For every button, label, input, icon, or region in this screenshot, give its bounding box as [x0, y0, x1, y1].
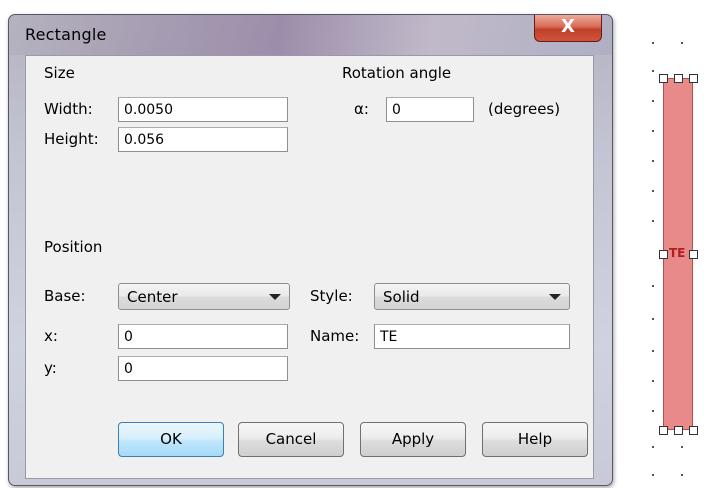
size-group: Size Width: Height: [26, 56, 326, 216]
close-button[interactable]: X [534, 15, 602, 42]
position-group: Position Base: Center x: y: [26, 221, 326, 381]
base-dropdown-value: Center [127, 288, 178, 306]
cancel-button[interactable]: Cancel [238, 422, 344, 457]
grid-dot [652, 318, 654, 320]
dialog-client-area: Size Width: Height: Rotation angle α: (d… [25, 55, 594, 479]
rectangle-dialog: Rectangle X Size Width: Height: Rotation… [8, 14, 613, 486]
base-label: Base: [44, 287, 86, 305]
y-label: y: [44, 359, 57, 377]
alpha-label: α: [354, 100, 369, 118]
resize-handle-left[interactable] [659, 250, 668, 259]
x-label: x: [44, 327, 58, 345]
grid-dot [652, 160, 654, 162]
resize-handle-top-right[interactable] [689, 74, 698, 83]
ok-button[interactable]: OK [118, 422, 224, 457]
help-button[interactable]: Help [482, 422, 588, 457]
style-label: Style: [310, 287, 353, 305]
close-icon: X [561, 16, 575, 37]
width-field[interactable] [118, 97, 288, 122]
resize-handle-right[interactable] [689, 250, 698, 259]
dialog-title: Rectangle [25, 25, 107, 44]
grid-dot [681, 446, 683, 448]
grid-dot [652, 410, 654, 412]
width-label: Width: [44, 100, 93, 118]
position-group-label: Position [44, 238, 103, 256]
grid-dot [652, 42, 654, 44]
y-field[interactable] [118, 356, 288, 381]
shape-name-label: TE [669, 246, 686, 260]
title-bar[interactable]: Rectangle X [9, 15, 612, 55]
resize-handle-bottom[interactable] [674, 426, 683, 435]
chevron-down-icon [269, 294, 281, 300]
height-label: Height: [44, 130, 99, 148]
name-field[interactable] [374, 324, 570, 349]
base-dropdown[interactable]: Center [118, 283, 290, 310]
chevron-down-icon [549, 294, 561, 300]
rotation-angle-field[interactable] [386, 97, 474, 122]
size-group-label: Size [44, 64, 75, 82]
x-field[interactable] [118, 324, 288, 349]
grid-dot [652, 190, 654, 192]
resize-handle-bottom-left[interactable] [659, 426, 668, 435]
resize-handle-top-left[interactable] [659, 74, 668, 83]
apply-button[interactable]: Apply [360, 422, 466, 457]
grid-dot [652, 446, 654, 448]
resize-handle-top[interactable] [674, 74, 683, 83]
name-label: Name: [310, 327, 360, 345]
grid-dot [652, 130, 654, 132]
degrees-unit-label: (degrees) [488, 100, 561, 118]
grid-dot [652, 220, 654, 222]
grid-dot [652, 350, 654, 352]
grid-dot [652, 285, 654, 287]
height-field[interactable] [118, 127, 288, 152]
style-dropdown-value: Solid [383, 288, 420, 306]
style-dropdown[interactable]: Solid [374, 283, 570, 310]
rotation-group-label: Rotation angle [342, 64, 452, 82]
grid-dot [681, 474, 683, 476]
grid-dot [652, 474, 654, 476]
grid-dot [652, 70, 654, 72]
rotation-group: Rotation angle α: (degrees) [326, 56, 593, 216]
grid-dot [681, 42, 683, 44]
grid-dot [652, 380, 654, 382]
grid-dot [652, 100, 654, 102]
resize-handle-bottom-right[interactable] [689, 426, 698, 435]
